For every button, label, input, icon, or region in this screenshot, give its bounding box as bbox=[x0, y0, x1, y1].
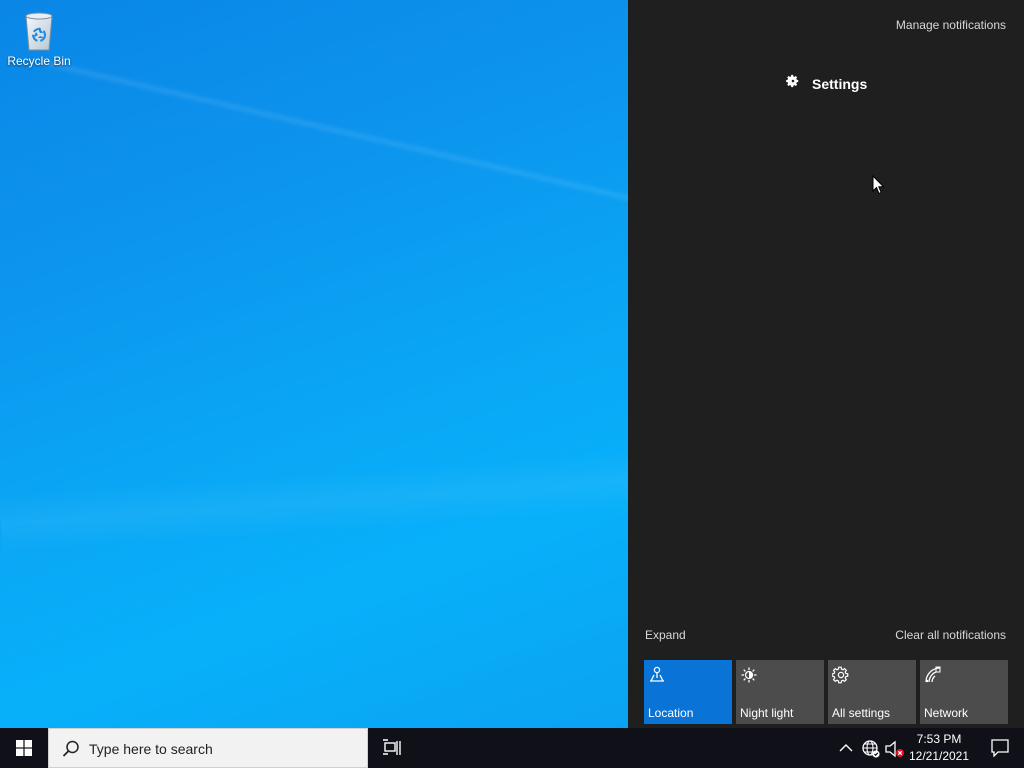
taskbar-clock[interactable]: 7:53 PM 12/21/2021 bbox=[908, 731, 970, 765]
desktop-icon-recycle-bin[interactable]: Recycle Bin bbox=[4, 6, 74, 68]
notification-group-title: Settings bbox=[812, 75, 868, 92]
quick-action-label: All settings bbox=[832, 706, 891, 720]
quick-action-all-settings[interactable]: All settings bbox=[828, 660, 916, 724]
desktop-icon-label: Recycle Bin bbox=[7, 54, 71, 68]
quick-action-night-light[interactable]: Night light bbox=[736, 660, 824, 724]
search-placeholder: Type here to search bbox=[89, 741, 213, 757]
quick-action-label: Location bbox=[648, 706, 694, 720]
quick-action-label: Night light bbox=[740, 706, 794, 720]
expand-quick-actions-link[interactable]: Expand bbox=[645, 628, 686, 642]
gear-icon bbox=[831, 666, 850, 684]
clock-time: 7:53 PM bbox=[916, 732, 962, 746]
wallpaper-light-beam bbox=[39, 60, 628, 222]
quick-actions: Location Night light All settings Networ… bbox=[644, 660, 1008, 724]
start-button[interactable] bbox=[0, 728, 48, 768]
night-light-icon bbox=[740, 666, 758, 684]
mouse-cursor-icon bbox=[872, 174, 886, 195]
chevron-up-icon bbox=[836, 744, 856, 762]
clock-date: 12/21/2021 bbox=[908, 749, 970, 763]
quick-action-location[interactable]: Location bbox=[644, 660, 732, 724]
task-view-button[interactable] bbox=[372, 728, 412, 768]
quick-action-label: Network bbox=[924, 706, 969, 720]
action-center-panel: Manage notifications Settings Expand Cle… bbox=[628, 0, 1024, 728]
globe-icon bbox=[860, 740, 882, 764]
taskbar-search-box[interactable]: Type here to search bbox=[48, 728, 368, 768]
recycle-bin-icon bbox=[20, 8, 58, 52]
gear-icon bbox=[786, 74, 800, 93]
network-icon bbox=[924, 666, 942, 684]
notification-group-header[interactable]: Settings bbox=[786, 74, 867, 93]
tray-volume-button[interactable] bbox=[884, 738, 906, 760]
tray-network-button[interactable] bbox=[860, 738, 882, 760]
quick-action-network[interactable]: Network bbox=[920, 660, 1008, 724]
wallpaper-light-glow bbox=[0, 445, 628, 555]
volume-muted-icon bbox=[884, 740, 906, 764]
clear-all-notifications-link[interactable]: Clear all notifications bbox=[895, 628, 1006, 642]
location-icon bbox=[648, 666, 666, 684]
desktop[interactable]: Recycle Bin bbox=[0, 0, 628, 728]
show-hidden-icons-button[interactable] bbox=[836, 738, 856, 758]
search-icon bbox=[61, 739, 81, 759]
manage-notifications-link[interactable]: Manage notifications bbox=[896, 18, 1006, 32]
taskbar: Type here to search 7:53 PM 12/21/2021 bbox=[0, 728, 1024, 768]
action-center-button[interactable] bbox=[976, 728, 1024, 768]
